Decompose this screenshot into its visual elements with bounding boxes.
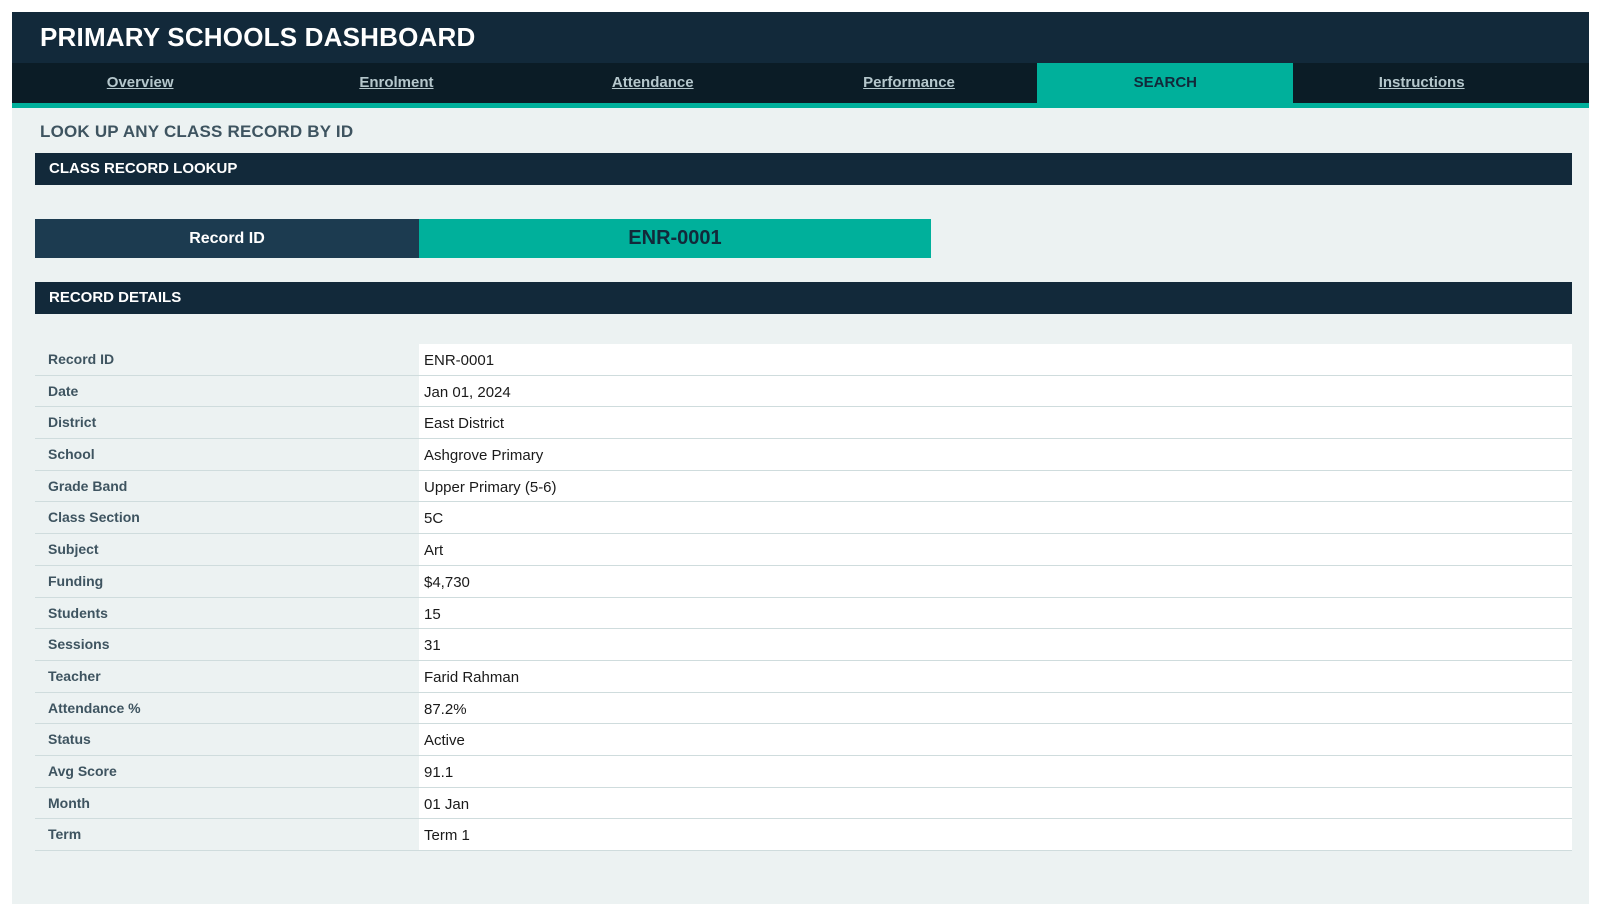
detail-label: Funding [35, 565, 419, 597]
tab-overview[interactable]: Overview [12, 63, 268, 103]
record-id-lookup: Record ID ENR-0001 [35, 219, 931, 258]
table-row: Attendance % 87.2% [35, 692, 1572, 725]
table-row: Date Jan 01, 2024 [35, 375, 1572, 408]
table-row: Term Term 1 [35, 819, 1572, 851]
detail-value: Ashgrove Primary [419, 439, 1572, 470]
detail-value: ENR-0001 [419, 344, 1572, 375]
detail-value: Farid Rahman [419, 660, 1572, 692]
detail-label: Subject [35, 534, 419, 565]
detail-value: 87.2% [419, 692, 1572, 724]
detail-value: 31 [419, 629, 1572, 660]
table-row: Teacher Farid Rahman [35, 660, 1572, 693]
detail-value: $4,730 [419, 565, 1572, 597]
detail-value: Active [419, 724, 1572, 755]
detail-label: Month [35, 787, 419, 819]
detail-value: Upper Primary (5-6) [419, 470, 1572, 502]
details-section-header: RECORD DETAILS [35, 282, 1572, 314]
lookup-section-header: CLASS RECORD LOOKUP [35, 153, 1572, 185]
table-row: School Ashgrove Primary [35, 439, 1572, 471]
title-bar: PRIMARY SCHOOLS DASHBOARD [12, 12, 1589, 63]
detail-label: Teacher [35, 660, 419, 692]
table-row: Students 15 [35, 597, 1572, 630]
detail-value: 01 Jan [419, 787, 1572, 819]
detail-label: Sessions [35, 629, 419, 660]
app-title: PRIMARY SCHOOLS DASHBOARD [40, 22, 476, 52]
page-heading: LOOK UP ANY CLASS RECORD BY ID [40, 122, 354, 141]
detail-value: 91.1 [419, 755, 1572, 787]
detail-value: Jan 01, 2024 [419, 375, 1572, 407]
detail-label: School [35, 439, 419, 470]
table-row: Subject Art [35, 534, 1572, 566]
table-row: Class Section 5C [35, 502, 1572, 535]
table-row: Status Active [35, 724, 1572, 756]
detail-label: Status [35, 724, 419, 755]
detail-label: District [35, 407, 419, 439]
table-row: Sessions 31 [35, 629, 1572, 661]
detail-label: Students [35, 597, 419, 629]
table-row: Grade Band Upper Primary (5-6) [35, 470, 1572, 503]
tab-instructions[interactable]: Instructions [1293, 63, 1549, 103]
detail-label: Record ID [35, 344, 419, 375]
table-row: Avg Score 91.1 [35, 755, 1572, 788]
detail-label: Term [35, 819, 419, 850]
tab-enrolment[interactable]: Enrolment [268, 63, 524, 103]
tab-performance[interactable]: Performance [781, 63, 1037, 103]
table-row: Funding $4,730 [35, 565, 1572, 598]
nav-accent-line [12, 103, 1589, 108]
detail-value: 5C [419, 502, 1572, 534]
detail-value: Art [419, 534, 1572, 565]
detail-value: Term 1 [419, 819, 1572, 850]
tab-attendance[interactable]: Attendance [525, 63, 781, 103]
detail-label: Date [35, 375, 419, 407]
detail-label: Class Section [35, 502, 419, 534]
detail-label: Grade Band [35, 470, 419, 502]
record-details-table: Record ID ENR-0001 Date Jan 01, 2024 Dis… [35, 344, 1572, 851]
table-row: District East District [35, 407, 1572, 440]
table-row: Month 01 Jan [35, 787, 1572, 820]
detail-value: East District [419, 407, 1572, 439]
record-id-label: Record ID [35, 219, 419, 258]
dashboard-frame: PRIMARY SCHOOLS DASHBOARD Overview Enrol… [12, 12, 1589, 904]
record-id-input[interactable]: ENR-0001 [419, 219, 931, 258]
tab-search[interactable]: SEARCH [1037, 63, 1294, 103]
nav-tabs: Overview Enrolment Attendance Performanc… [12, 63, 1589, 103]
table-row: Record ID ENR-0001 [35, 344, 1572, 376]
detail-label: Avg Score [35, 755, 419, 787]
detail-value: 15 [419, 597, 1572, 629]
detail-label: Attendance % [35, 692, 419, 724]
